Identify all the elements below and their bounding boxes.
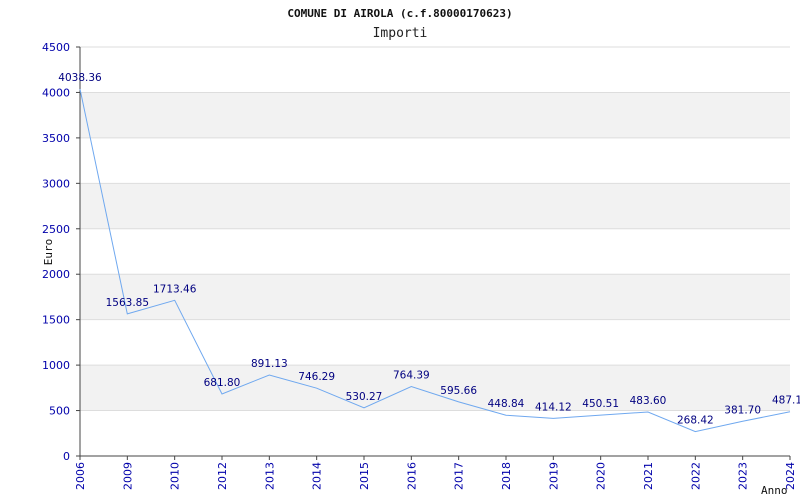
y-tick-label: 2500: [42, 223, 70, 236]
grid-band: [80, 365, 790, 411]
data-label: 891.13: [251, 358, 288, 370]
x-tick-label: 2022: [689, 462, 702, 490]
x-tick-label: 2021: [642, 462, 655, 490]
y-tick-label: 4000: [42, 86, 70, 99]
data-label: 450.51: [582, 398, 619, 410]
x-tick-label: 2018: [500, 462, 513, 490]
y-tick-label: 0: [63, 450, 70, 463]
grid-bands: [80, 92, 790, 411]
y-tick-label: 500: [49, 405, 70, 418]
y-tick-label: 2000: [42, 268, 70, 281]
y-tick-label: 3000: [42, 177, 70, 190]
data-label: 4038.36: [58, 72, 102, 84]
data-label: 530.27: [346, 391, 383, 403]
data-label: 268.42: [677, 415, 714, 427]
x-tick-labels: 2006 2009 2010 2012 2013 2014 2015 2016 2017 2018…: [74, 456, 797, 490]
data-label: 746.29: [298, 371, 335, 383]
chart-title: COMUNE DI AIROLA (c.f.80000170623): [287, 7, 512, 20]
data-label: 764.39: [393, 370, 430, 382]
data-label: 483.60: [630, 395, 667, 407]
y-tick-label: 4500: [42, 41, 70, 54]
x-tick-label: 2020: [595, 462, 608, 490]
x-tick-label: 2014: [311, 462, 324, 490]
data-label: 1563.85: [106, 297, 149, 309]
data-label: 681.80: [204, 377, 241, 389]
data-label: 1713.46: [153, 283, 197, 295]
data-label: 487.1: [772, 395, 800, 407]
x-tick-label: 2023: [737, 462, 750, 490]
chart-subtitle: Importi: [373, 26, 428, 41]
x-tick-label: 2009: [121, 462, 134, 490]
x-tick-label: 2010: [169, 462, 182, 490]
x-tick-label: 2019: [547, 462, 560, 490]
data-label: 595.66: [440, 385, 477, 397]
x-tick-label: 2017: [453, 462, 466, 490]
y-tick-label: 1000: [42, 359, 70, 372]
y-axis-label: Euro: [42, 239, 55, 266]
grid-band: [80, 92, 790, 138]
grid-band: [80, 183, 790, 229]
data-label: 414.12: [535, 401, 572, 413]
x-tick-label: 2013: [263, 462, 276, 490]
x-tick-label: 2006: [74, 462, 87, 490]
x-tick-label: 2012: [216, 462, 229, 490]
grid-band: [80, 274, 790, 320]
y-tick-label: 1500: [42, 314, 70, 327]
x-axis-label: Anno: [761, 484, 788, 497]
line-chart: COMUNE DI AIROLA (c.f.80000170623) Impor…: [42, 7, 800, 497]
data-label: 448.84: [488, 398, 525, 410]
data-label: 381.70: [724, 404, 761, 416]
x-tick-label: 2016: [405, 462, 418, 490]
x-tick-label: 2015: [358, 462, 371, 490]
y-tick-label: 3500: [42, 132, 70, 145]
